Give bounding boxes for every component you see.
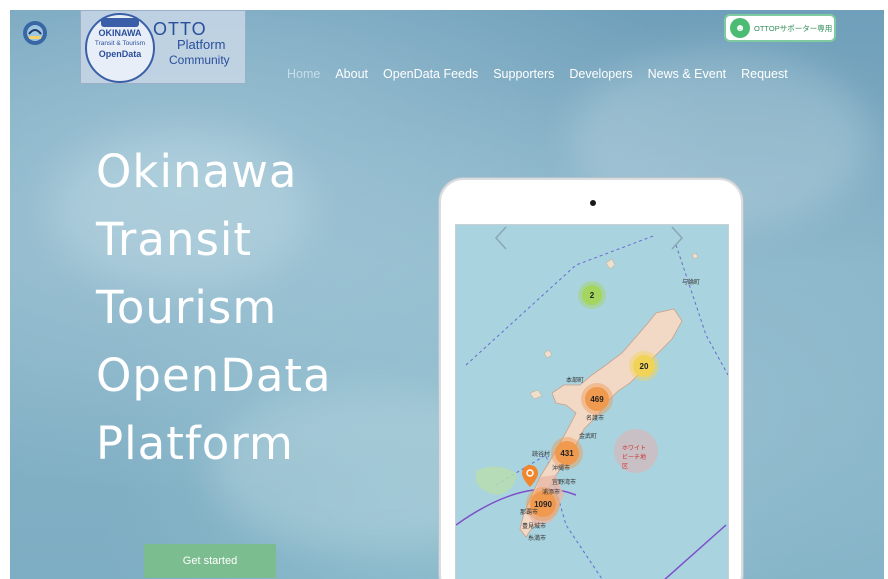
nav-supporters[interactable]: Supporters — [493, 67, 554, 81]
logo-emblem: OKINAWA Transit & Tourism OpenData — [85, 13, 155, 83]
hero-title-line: Transit — [96, 213, 253, 266]
nav-opendata-feeds[interactable]: OpenData Feeds — [383, 67, 478, 81]
map-cluster-marker[interactable]: 469 — [585, 387, 609, 411]
logo-text-transit-tourism: Transit & Tourism — [94, 40, 146, 47]
map-place-label: 豊見城市 — [522, 523, 547, 530]
nav-about[interactable]: About — [335, 67, 368, 81]
map-cluster-marker[interactable]: 431 — [555, 441, 579, 465]
supporter-button-label: OTTOPサポーター専用 — [754, 23, 833, 33]
map-cluster-marker[interactable]: 2 — [582, 285, 602, 305]
map-place-label: 浦添市 — [542, 489, 561, 496]
bus-icon — [101, 18, 139, 27]
hero-title-line: Platform — [96, 417, 294, 470]
map-place-label: ホワイトビーチ地区 — [622, 445, 647, 470]
supporter-people-icon: ☻ — [730, 18, 750, 38]
logo-text-platform: Platform — [177, 37, 226, 52]
hero-title: Okinawa Transit Tourism OpenData Platfor… — [96, 138, 426, 478]
hero-title-line: OpenData — [96, 349, 332, 402]
map-place-label: 名護市 — [586, 415, 605, 422]
hero-title-line: Okinawa — [96, 145, 298, 198]
site-logo[interactable]: OKINAWA Transit & Tourism OpenData OTTO … — [80, 10, 246, 84]
map-place-label: 宜野湾市 — [552, 479, 577, 486]
hero-title-line: Tourism — [96, 281, 278, 334]
map-place-label: 与論町 — [682, 279, 701, 286]
map-place-label: 金武町 — [579, 433, 598, 440]
nav-request[interactable]: Request — [741, 67, 788, 81]
logo-text-okinawa: OKINAWA — [98, 28, 142, 38]
map-place-label: 那覇市 — [520, 509, 539, 516]
nav-news-event[interactable]: News & Event — [648, 67, 727, 81]
map-place-label: 本部町 — [566, 377, 585, 384]
nav-home[interactable]: Home — [287, 67, 320, 81]
hero-section: OKINAWA Transit & Tourism OpenData OTTO … — [10, 10, 884, 579]
map-place-label: 糸満市 — [528, 535, 547, 542]
chevron-right-icon[interactable] — [670, 225, 684, 251]
tablet-camera — [590, 200, 596, 206]
map-cluster-marker[interactable]: 20 — [633, 355, 655, 377]
logo-text-community: Community — [169, 53, 230, 67]
map-place-label: 沖縄市 — [552, 465, 571, 472]
chevron-left-icon[interactable] — [494, 225, 508, 251]
map-screen[interactable]: 2 20 469 431 1090 与論町 本部町 名護市 金武町 読谷村 沖縄… — [455, 224, 729, 579]
map-place-label: 読谷村 — [532, 451, 551, 458]
nav-developers[interactable]: Developers — [569, 67, 632, 81]
get-started-button[interactable]: Get started — [144, 544, 276, 578]
logo-text-opendata: OpenData — [98, 49, 142, 59]
map-pin-icon[interactable] — [522, 465, 538, 487]
main-navigation: Home About OpenData Feeds Supporters Dev… — [287, 67, 803, 81]
tablet-mockup: 2 20 469 431 1090 与論町 本部町 名護市 金武町 読谷村 沖縄… — [439, 178, 743, 579]
supporter-only-button[interactable]: ☻ OTTOPサポーター専用 — [724, 14, 836, 42]
site-emblem-icon[interactable] — [20, 18, 50, 48]
